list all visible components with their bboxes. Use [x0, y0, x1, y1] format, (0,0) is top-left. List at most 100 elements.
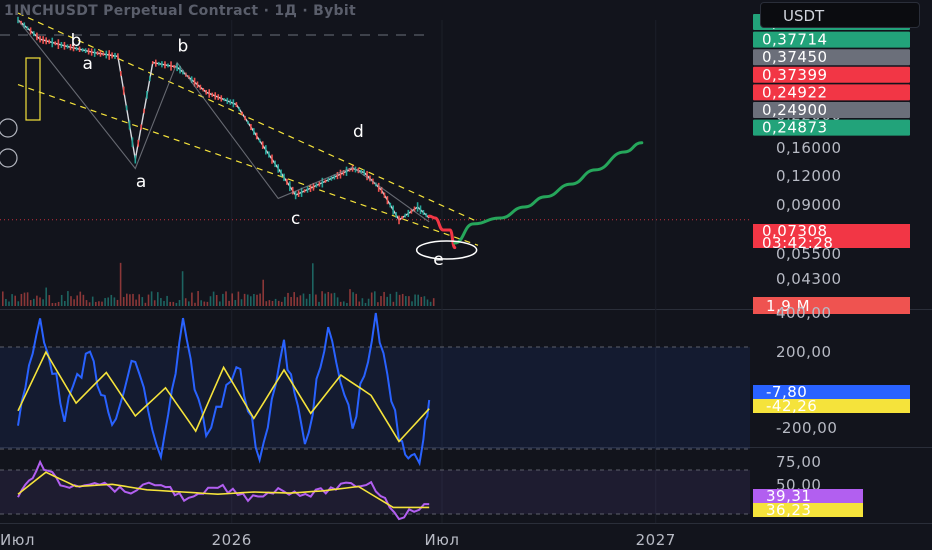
volume-bar [256, 294, 258, 306]
volume-bar [132, 293, 134, 306]
chart-canvas[interactable]: babacde1,9 M0,220000,160000,120000,09000… [0, 0, 932, 550]
volume-bar [246, 294, 249, 306]
price-tick-label: 0,16000 [776, 139, 842, 157]
volume-bar [364, 302, 367, 306]
volume-bar [429, 301, 432, 306]
volume-bar [2, 291, 4, 306]
volume-bar [352, 292, 354, 306]
volume-bar [175, 302, 178, 306]
volume-bar [349, 289, 351, 306]
currency-button[interactable]: USDT [760, 2, 920, 28]
volume-bar [327, 291, 330, 306]
trendline-1 [17, 12, 479, 223]
volume-bar [231, 293, 233, 306]
volume-bar [160, 298, 162, 306]
price-label-text: 0,24873 [762, 119, 828, 137]
pane-separator [0, 523, 932, 524]
volume-bar [126, 293, 128, 306]
volume-bar [361, 298, 364, 306]
volume-bar [116, 299, 119, 306]
volume-bar [389, 293, 392, 306]
volume-bar [138, 294, 140, 306]
volume-bar [191, 292, 193, 306]
volume-bar [206, 301, 209, 306]
volume-bar [383, 291, 385, 306]
volume-bar [377, 302, 379, 306]
volume-bar [308, 293, 311, 306]
volume-bar [355, 293, 357, 306]
volume-bar [95, 301, 97, 306]
price-label-text: 0,37399 [762, 66, 828, 84]
volume-bar [26, 292, 29, 306]
volume-bar [73, 299, 75, 306]
trendline-2 [17, 84, 479, 246]
volume-bar [234, 300, 237, 306]
volume-bar [29, 300, 32, 306]
volume-bar [312, 263, 314, 306]
volume-bar [250, 296, 252, 306]
volume-bar [98, 301, 100, 306]
volume-bar [222, 293, 224, 306]
wave-label-b: b [178, 37, 189, 57]
volume-bar [243, 293, 246, 306]
price-tick-label: 0,09000 [776, 196, 842, 214]
volume-bar [321, 291, 323, 306]
volume-bar [401, 293, 404, 306]
volume-bar [91, 296, 94, 306]
volume-bar [374, 291, 376, 306]
wave-label-d: d [353, 122, 364, 142]
volume-bar [417, 294, 419, 306]
volume-bar [215, 295, 218, 306]
volume-bar [423, 296, 426, 306]
volume-bar [194, 302, 196, 306]
cci-tick-label: -200,00 [776, 419, 837, 437]
cci-tick-label: 200,00 [776, 343, 832, 361]
volume-bar [339, 301, 342, 306]
time-tick-label: Июл [425, 531, 460, 549]
volume-bar [150, 291, 153, 306]
wave-label-a: a [82, 54, 92, 74]
wave-label-b: b [71, 31, 82, 51]
time-tick-label: Июл [0, 531, 35, 549]
volume-bar [277, 300, 280, 306]
volume-bar [119, 262, 122, 306]
countdown-text: 03:42:28 [762, 234, 833, 252]
volume-bar [398, 294, 401, 306]
time-tick-label: 2026 [212, 531, 252, 549]
projection-green-line [453, 141, 644, 245]
volume-bar [265, 301, 268, 306]
wave-e-circle [415, 240, 478, 260]
volume-bar [343, 301, 345, 306]
cci-tick-label: 400,00 [776, 304, 832, 322]
volume-bar [330, 293, 333, 306]
volume-bar [39, 297, 41, 306]
volume-bar [188, 301, 190, 306]
volume-bar [197, 291, 199, 306]
volume-bar [318, 301, 320, 306]
volume-bar [315, 294, 317, 306]
volume-bar [5, 298, 7, 306]
volume-bar [153, 300, 156, 306]
volume-bar [380, 296, 382, 306]
circle-marker [0, 148, 18, 168]
volume-bar [274, 298, 277, 306]
volume-bar [122, 297, 125, 306]
volume-bar [135, 299, 137, 306]
volume-bar [45, 287, 47, 306]
volume-bar [67, 291, 69, 306]
volume-bar [225, 291, 227, 306]
price-label-text: 0,37450 [762, 48, 828, 66]
volume-bar [107, 297, 109, 306]
volume-bar [203, 301, 206, 306]
volume-bar [432, 298, 435, 306]
volume-bar [253, 293, 255, 306]
volume-bar [367, 298, 370, 306]
volume-bar [284, 296, 286, 306]
rsi-value-text: 36,23 [766, 501, 811, 519]
volume-bar [33, 298, 35, 306]
volume-bar [178, 300, 181, 306]
volume-bar [262, 279, 264, 306]
wave-label-a: a [136, 172, 146, 192]
volume-bar [408, 296, 410, 306]
volume-bar [200, 300, 202, 306]
